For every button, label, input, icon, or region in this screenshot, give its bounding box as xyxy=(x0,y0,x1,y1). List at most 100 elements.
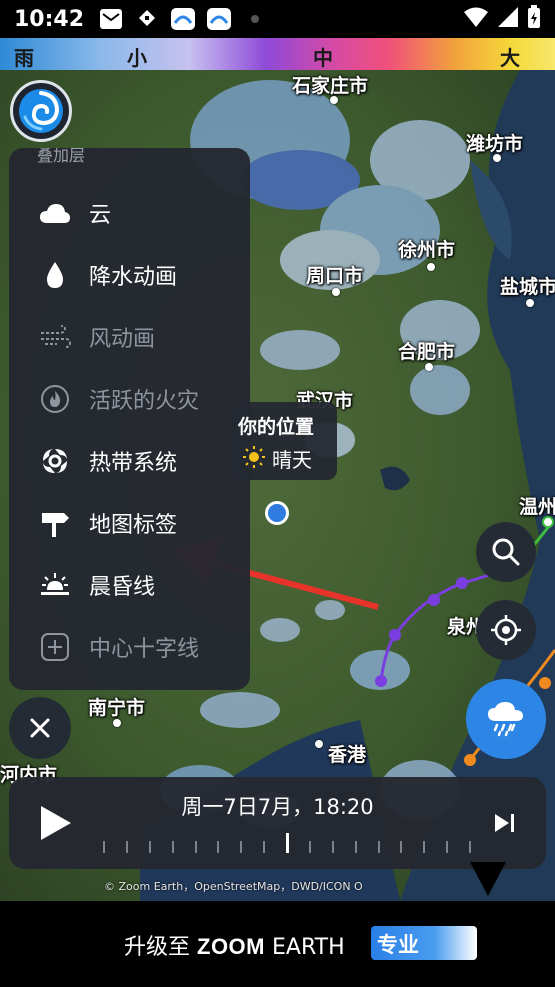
layer-item-label: 降水动画 xyxy=(89,265,178,290)
dot-icon xyxy=(242,7,268,31)
sunrise-icon xyxy=(35,565,75,605)
app-notification-icon xyxy=(206,7,232,31)
city-dot xyxy=(113,719,121,727)
city-label: 南宁市 xyxy=(88,697,146,719)
pro-badge[interactable]: 专业 xyxy=(371,926,477,960)
city-label: 石家庄市 xyxy=(292,75,369,97)
city-dot xyxy=(493,154,501,162)
layer-item-label: 中心十字线 xyxy=(89,637,200,662)
close-icon xyxy=(30,718,50,738)
location-title: 你的位置 xyxy=(238,416,315,438)
timeline-tick xyxy=(469,841,471,853)
fire-icon xyxy=(35,379,75,419)
plus-box-icon xyxy=(35,627,75,667)
wind-icon xyxy=(35,317,75,357)
skip-to-end-button[interactable] xyxy=(493,811,517,835)
banner-pointer xyxy=(470,862,506,896)
timeline-tick xyxy=(378,841,380,853)
legend-label-heavy: 大 xyxy=(500,46,520,70)
mail-icon xyxy=(98,7,124,31)
city-dot xyxy=(526,299,534,307)
timeline-tick xyxy=(195,841,197,853)
map-attribution: © Zoom Earth，OpenStreetMap，DWD/ICON O xyxy=(104,880,363,893)
layer-item-map-labels[interactable]: 地图标签 xyxy=(9,492,250,554)
timeline-datetime: 周一7日7月，18:20 xyxy=(181,795,374,819)
timeline-tick xyxy=(149,841,151,853)
download-arrows-icon xyxy=(134,7,160,31)
skip-end-icon xyxy=(495,814,514,832)
layer-item-precip-animation[interactable]: 降水动画 xyxy=(9,244,250,306)
layer-item-day-night-terminator[interactable]: 晨昏线 xyxy=(9,554,250,616)
legend-label-moderate: 中 xyxy=(313,46,333,70)
signal-icon xyxy=(497,6,519,32)
timeline-panel: 周一7日7月，18:20 xyxy=(9,777,546,869)
search-icon xyxy=(492,538,520,566)
timeline-tick xyxy=(217,841,219,853)
cloud-icon xyxy=(35,193,75,233)
city-label: 香港 xyxy=(328,744,367,766)
city-dot xyxy=(425,363,433,371)
rain-cloud-icon xyxy=(488,702,523,737)
layers-menu: 叠加层 云 降水动画 风动画 活跃的火灾 热带系统 地图标签 晨昏线 中心十字线 xyxy=(9,148,250,690)
city-dot xyxy=(427,263,435,271)
wifi-icon xyxy=(463,6,489,32)
swirl-logo-icon xyxy=(19,89,63,133)
timeline-tick xyxy=(355,841,357,853)
timeline-tick xyxy=(446,841,448,853)
zoom-earth-logo-button[interactable] xyxy=(10,80,72,142)
status-bar: 10:42 xyxy=(0,0,555,38)
legend-label-rain: 雨 xyxy=(14,46,34,70)
city-label: 徐州市 xyxy=(398,239,456,261)
timeline-tick xyxy=(423,841,425,853)
current-location-marker[interactable] xyxy=(265,501,289,525)
layer-item-clouds[interactable]: 云 xyxy=(9,182,250,244)
layer-item-wind-animation[interactable]: 风动画 xyxy=(9,306,250,368)
timeline-current-tick xyxy=(286,833,289,853)
search-button[interactable] xyxy=(476,522,536,582)
precipitation-legend: 雨 小 中 大 xyxy=(0,38,555,70)
layer-item-label: 云 xyxy=(89,203,112,228)
upgrade-text: 升级至 ZOOM EARTH xyxy=(124,934,345,960)
hurricane-icon xyxy=(35,441,75,481)
timeline-tick xyxy=(172,841,174,853)
layer-item-label: 晨昏线 xyxy=(89,575,156,600)
layer-item-label: 热带系统 xyxy=(89,451,178,476)
city-label: 合肥市 xyxy=(398,341,456,363)
location-weather: 晴天 xyxy=(272,448,312,472)
timeline-tick xyxy=(126,841,128,853)
close-layers-button[interactable] xyxy=(9,697,71,759)
city-dot xyxy=(315,740,323,748)
layer-item-tropical-systems[interactable]: 热带系统 xyxy=(9,430,250,492)
app-notification-icon xyxy=(170,7,196,31)
city-label: 盐城市 xyxy=(500,276,555,298)
battery-icon xyxy=(527,5,541,33)
timeline-scrubber[interactable] xyxy=(103,833,473,853)
city-label: 温州 xyxy=(519,496,555,518)
layer-item-center-crosshair[interactable]: 中心十字线 xyxy=(9,616,250,678)
status-time: 10:42 xyxy=(14,6,85,32)
timeline-tick xyxy=(240,841,242,853)
city-dot xyxy=(332,288,340,296)
upgrade-banner[interactable]: 升级至 ZOOM EARTH 专业 xyxy=(0,901,555,987)
layer-item-active-fires[interactable]: 活跃的火灾 xyxy=(9,368,250,430)
timeline-tick xyxy=(103,841,105,853)
timeline-tick xyxy=(400,841,402,853)
city-label: 周口市 xyxy=(306,265,364,287)
layer-item-label: 风动画 xyxy=(89,327,156,352)
timeline-tick xyxy=(263,841,265,853)
precipitation-layer-button[interactable] xyxy=(466,679,546,759)
crosshair-location-icon xyxy=(491,615,521,645)
signpost-icon xyxy=(35,503,75,543)
raindrop-icon xyxy=(35,255,75,295)
location-tooltip[interactable]: 你的位置 晴天 xyxy=(232,402,337,480)
locate-me-button[interactable] xyxy=(476,600,536,660)
timeline-tick xyxy=(309,841,311,853)
city-label: 潍坊市 xyxy=(466,133,524,155)
timeline-tick xyxy=(332,841,334,853)
legend-label-light: 小 xyxy=(127,46,147,70)
layers-menu-header: 叠加层 xyxy=(37,148,86,165)
layer-item-label: 活跃的火灾 xyxy=(89,389,200,414)
layer-item-label: 地图标签 xyxy=(89,513,178,538)
city-dot xyxy=(330,96,338,104)
sun-icon xyxy=(242,445,266,473)
